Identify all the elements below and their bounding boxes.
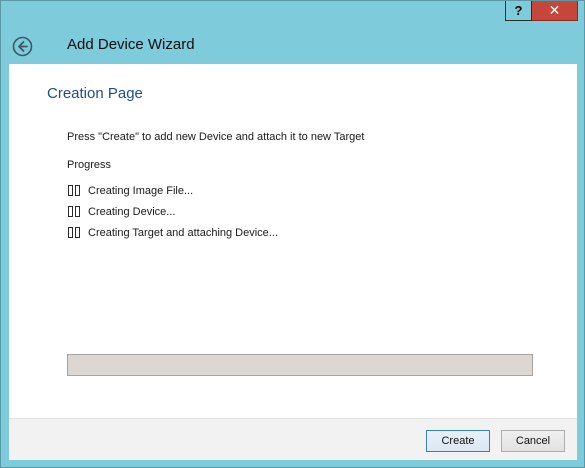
pending-step-icon: [68, 227, 80, 238]
wizard-content: Creation Page Press "Create" to add new …: [9, 64, 577, 418]
step-label: Creating Device...: [88, 205, 176, 218]
wizard-window: ? ✕ Add Device Wizard Creation Page Pres…: [0, 0, 585, 468]
progress-label: Progress: [67, 159, 112, 171]
caption-buttons: ? ✕: [505, 1, 578, 21]
cancel-button[interactable]: Cancel: [501, 430, 565, 452]
window-title: Add Device Wizard: [67, 36, 195, 53]
progress-steps: Creating Image File... Creating Device..…: [68, 180, 278, 243]
page-title: Creation Page: [47, 85, 143, 102]
back-arrow-icon[interactable]: [12, 36, 33, 57]
pending-step-icon: [68, 206, 80, 217]
wizard-header: Add Device Wizard: [1, 27, 584, 63]
step-creating-device: Creating Device...: [68, 201, 278, 222]
wizard-footer: Create Cancel: [9, 418, 577, 460]
help-button[interactable]: ?: [505, 1, 532, 21]
instruction-text: Press "Create" to add new Device and att…: [67, 131, 365, 143]
step-label: Creating Image File...: [88, 184, 194, 197]
close-button[interactable]: ✕: [532, 1, 578, 21]
step-label: Creating Target and attaching Device...: [88, 226, 278, 239]
create-button[interactable]: Create: [426, 430, 490, 452]
step-creating-image-file: Creating Image File...: [68, 180, 278, 201]
progress-bar: [67, 354, 533, 376]
pending-step-icon: [68, 185, 80, 196]
step-creating-target: Creating Target and attaching Device...: [68, 222, 278, 243]
